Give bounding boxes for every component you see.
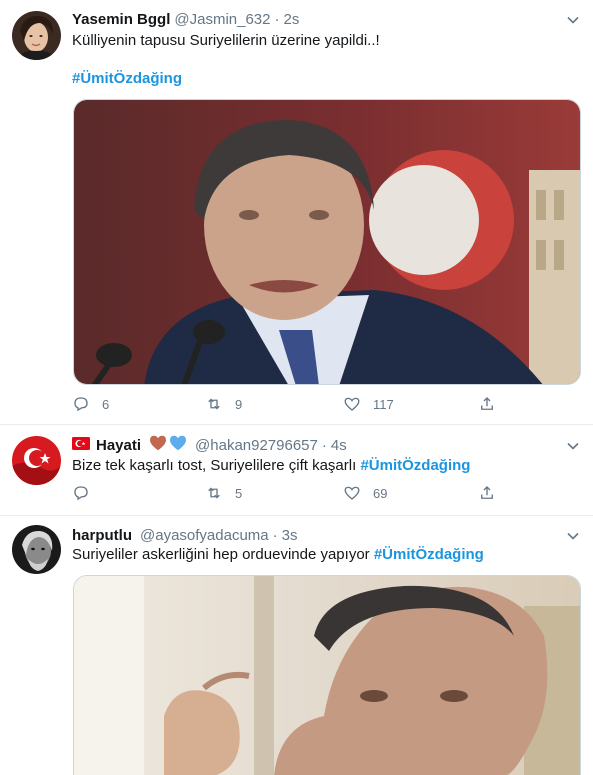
tweet-text: Külliyenin tapusu Suriyelilerin üzerine … (72, 31, 380, 51)
like-count: 69 (373, 485, 388, 501)
reply-button[interactable]: 6 (72, 395, 109, 413)
timestamp[interactable]: 4s (331, 437, 347, 454)
avatar[interactable] (12, 525, 61, 574)
hashtag-link[interactable]: #ÜmitÖzdağing (72, 70, 182, 87)
tweet-1[interactable]: Yasemin Bggl @Jasmin_632 · 2s Külliyenin… (0, 0, 593, 425)
tweet-header: Yasemin Bggl @Jasmin_632 · 2s (72, 9, 299, 29)
like-icon (344, 397, 360, 411)
like-icon (344, 486, 360, 500)
share-icon (481, 486, 493, 499)
tweet-photo[interactable] (73, 575, 581, 775)
blue-heart-icon (169, 435, 187, 455)
hashtag-link[interactable]: #ÜmitÖzdağing (360, 457, 470, 474)
username[interactable]: @ayasofyadacuma (140, 527, 269, 544)
tweet-text: Bize tek kaşarlı tost, Suriyelilere çift… (72, 456, 470, 476)
tweet-actions: 6 9 117 (72, 395, 502, 417)
reply-button[interactable] (72, 484, 102, 502)
tweet-header: Hayati @hakan92796657 · 4s (72, 435, 347, 455)
retweet-button[interactable]: 5 (205, 484, 242, 502)
username[interactable]: @Jasmin_632 (174, 11, 270, 28)
retweet-icon (208, 487, 220, 499)
separator-dot: · (272, 526, 278, 544)
timestamp[interactable]: 3s (282, 527, 298, 544)
reply-icon (74, 486, 88, 501)
tweet-photo[interactable] (73, 99, 581, 385)
chevron-down-icon[interactable] (565, 12, 581, 28)
tweet-body: Külliyenin tapusu Suriyelilerin üzerine … (72, 32, 380, 49)
retweet-button[interactable]: 9 (205, 395, 242, 413)
tweet-hashtag-line: #ÜmitÖzdağing (72, 69, 182, 89)
reply-icon (74, 397, 88, 412)
display-name[interactable]: Hayati (96, 437, 141, 454)
chevron-down-icon[interactable] (565, 528, 581, 544)
display-name[interactable]: Yasemin Bggl (72, 11, 170, 28)
separator-dot: · (321, 436, 327, 454)
share-button[interactable] (478, 484, 496, 502)
retweet-count: 9 (235, 396, 243, 412)
tweet-2[interactable]: Hayati @hakan92796657 · 4s Bize tek kaşa… (0, 426, 593, 516)
tweet-text: Suriyeliler askerliğini hep orduevinde y… (72, 545, 484, 565)
like-count: 117 (373, 396, 394, 412)
like-button[interactable]: 69 (343, 484, 387, 502)
tweet-3[interactable]: harputlu @ayasofyadacuma · 3s Suriyelile… (0, 517, 593, 775)
like-button[interactable]: 117 (343, 395, 394, 413)
turkey-flag-icon (72, 436, 90, 454)
retweet-icon (208, 398, 220, 410)
avatar[interactable] (12, 436, 61, 485)
username[interactable]: @hakan92796657 (195, 437, 318, 454)
share-icon (481, 397, 493, 410)
retweet-count: 5 (235, 485, 243, 501)
share-button[interactable] (478, 395, 496, 413)
hashtag-link[interactable]: #ÜmitÖzdağing (374, 546, 484, 563)
tweet-body: Suriyeliler askerliğini hep orduevinde y… (72, 546, 370, 563)
timestamp[interactable]: 2s (283, 11, 299, 28)
avatar[interactable] (12, 11, 61, 60)
separator-dot: · (274, 10, 280, 28)
brown-heart-icon (149, 435, 167, 455)
tweet-actions: 5 69 (72, 484, 502, 506)
tweet-header: harputlu @ayasofyadacuma · 3s (72, 525, 297, 545)
chevron-down-icon[interactable] (565, 438, 581, 454)
tweet-body: Bize tek kaşarlı tost, Suriyelilere çift… (72, 457, 357, 474)
reply-count: 6 (102, 396, 110, 412)
display-name[interactable]: harputlu (72, 527, 132, 544)
